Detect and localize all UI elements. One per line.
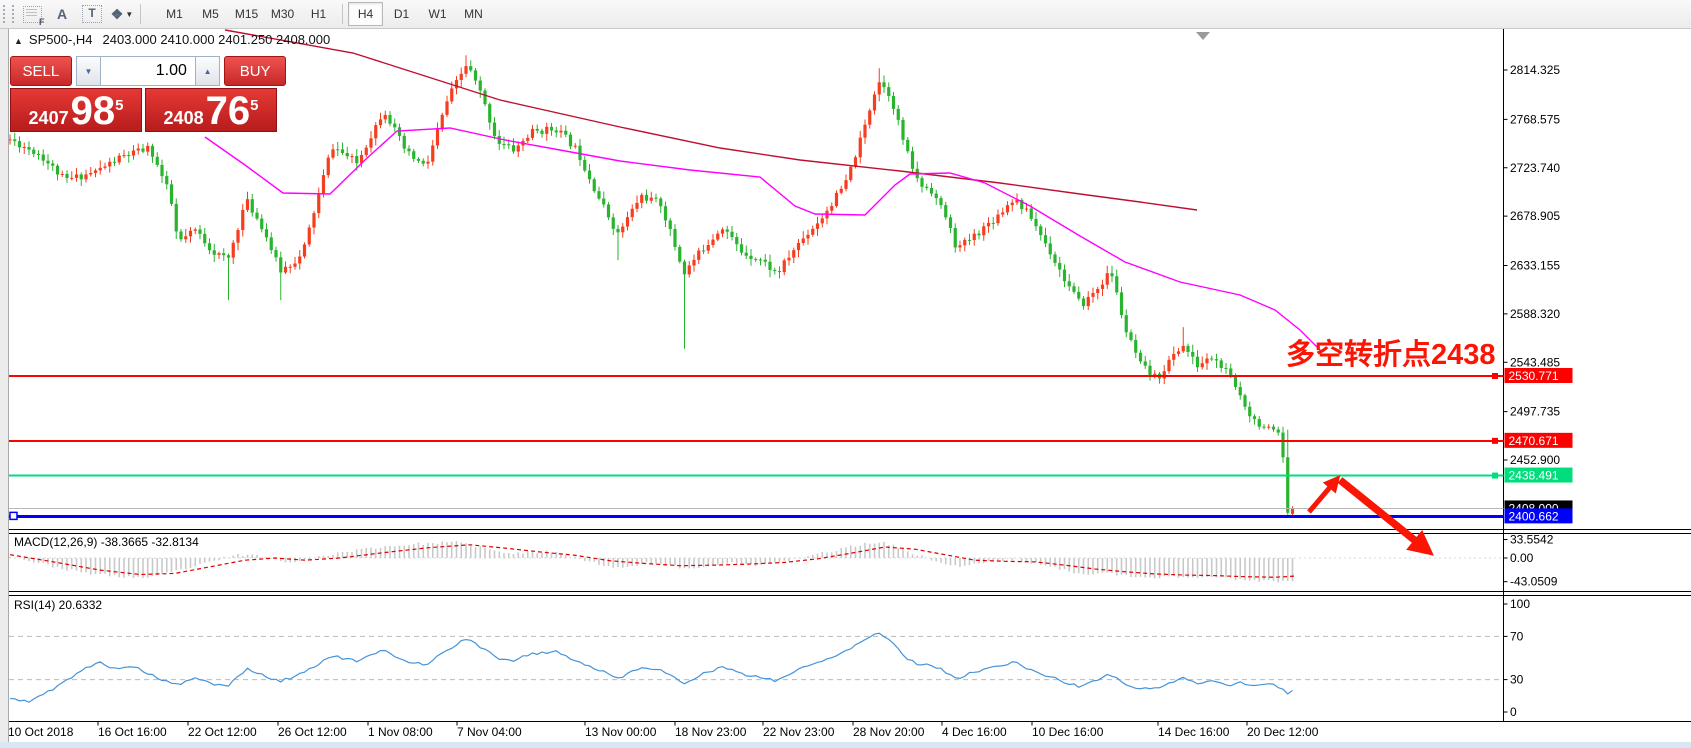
toolbar-grip[interactable]	[3, 5, 14, 23]
date-label: 1 Nov 08:00	[368, 725, 433, 739]
price-tick-label: 2452.900	[1510, 453, 1560, 467]
price-tick-label: 2497.735	[1510, 405, 1560, 419]
text-box-glyph: T	[82, 5, 102, 23]
one-click-collapse-icon[interactable]: ▲	[14, 36, 23, 46]
tf-button-W1[interactable]: W1	[420, 2, 455, 26]
volume-input[interactable]: 1.00	[101, 56, 195, 86]
crosshair-icon[interactable]: ❖ ▼	[110, 3, 134, 25]
mt4-window: F A T ❖ ▼ M1M5M15M30H1 H4D1W1MN ▲ SP500-,H…	[0, 0, 1691, 748]
price-tick-label: 2814.325	[1510, 63, 1560, 77]
text-box-icon[interactable]: T	[80, 3, 104, 25]
rsi-level-label: 30	[1510, 673, 1524, 687]
date-label: 16 Oct 16:00	[98, 725, 167, 739]
ask-price-box[interactable]: 2408 76 5	[145, 88, 277, 132]
tf-button-H1[interactable]: H1	[301, 2, 336, 26]
date-label: 22 Nov 23:00	[763, 725, 835, 739]
macd-label: MACD(12,26,9) -38.3665 -32.8134	[14, 535, 199, 549]
dropdown-caret-icon[interactable]: ▼	[125, 10, 133, 19]
date-label: 22 Oct 12:00	[188, 725, 257, 739]
bid-sup-digit: 5	[115, 97, 123, 114]
date-label: 28 Nov 20:00	[853, 725, 925, 739]
bottom-window-strip	[0, 742, 1691, 748]
bid-price-box[interactable]: 2407 98 5	[10, 88, 142, 132]
text-a-icon[interactable]: A	[50, 3, 74, 25]
ask-sup-digit: 5	[250, 97, 258, 114]
date-label: 10 Oct 2018	[8, 725, 74, 739]
bid-big-digits: 98	[71, 91, 116, 131]
tf-button-D1[interactable]: D1	[384, 2, 419, 26]
date-label: 26 Oct 12:00	[278, 725, 347, 739]
buy-button[interactable]: BUY	[224, 56, 286, 86]
timeframe-group: M1M5M15M30H1 H4D1W1MN	[157, 2, 492, 26]
date-label: 4 Dec 16:00	[942, 725, 1007, 739]
price-tick-label: 2768.575	[1510, 112, 1560, 126]
sell-button[interactable]: SELL	[10, 56, 72, 86]
toolbar: F A T ❖ ▼ M1M5M15M30H1 H4D1W1MN	[0, 0, 1691, 29]
price-tick-label: 2723.740	[1510, 161, 1560, 175]
volume-decrease-button[interactable]: ▼	[76, 56, 101, 86]
price-axis[interactable]: 2814.325 2768.575 2723.740 2678.905 2633.155…	[1504, 63, 1561, 467]
date-label: 18 Nov 23:00	[675, 725, 747, 739]
macd-axis-label: 33.5542	[1510, 533, 1554, 547]
rsi-label: RSI(14) 20.6332	[14, 598, 102, 612]
chart-grid-f-icon[interactable]: F	[20, 3, 44, 25]
chart-header: ▲ SP500-,H4 2403.000 2410.000 2401.250 240…	[14, 32, 330, 47]
volume-increase-button[interactable]: ▲	[195, 56, 220, 86]
crosshair-glyph: ❖	[111, 6, 124, 23]
chart-borders	[0, 28, 1691, 742]
date-label: 13 Nov 00:00	[585, 725, 657, 739]
tf-button-M30[interactable]: M30	[265, 2, 300, 26]
price-tick-label: 2633.155	[1510, 259, 1560, 273]
ask-prefix: 2408	[164, 108, 204, 129]
price-tick-label: 2678.905	[1510, 209, 1560, 223]
date-label: 7 Nov 04:00	[457, 725, 522, 739]
annotation-text[interactable]: 多空转折点2438	[1286, 337, 1496, 371]
bid-prefix: 2407	[29, 108, 69, 129]
macd-axis-label: 0.00	[1510, 551, 1534, 565]
hline-price-label: 2400.662	[1509, 509, 1559, 523]
date-label: 14 Dec 16:00	[1158, 725, 1230, 739]
date-label: 20 Dec 12:00	[1247, 725, 1319, 739]
timeframe-separator	[342, 4, 343, 24]
tf-button-M5[interactable]: M5	[193, 2, 228, 26]
hline-price-label: 2470.671	[1509, 434, 1559, 448]
date-label: 10 Dec 16:00	[1032, 725, 1104, 739]
tf-button-M15[interactable]: M15	[229, 2, 264, 26]
rsi-level-label: 70	[1510, 629, 1524, 643]
rsi-level-label: 0	[1510, 705, 1517, 719]
price-tick-label: 2543.485	[1510, 355, 1560, 369]
hline-price-label: 2438.491	[1509, 469, 1559, 483]
toolbar-separator	[140, 4, 141, 24]
symbol-label: SP500-,H4	[29, 32, 93, 47]
tf-button-H4[interactable]: H4	[348, 2, 383, 26]
rsi-level-label: 100	[1510, 597, 1530, 611]
hline-price-label: 2530.771	[1509, 369, 1559, 383]
grid-f-glyph: F	[39, 17, 45, 27]
one-click-trading-panel: SELL ▼ 1.00 ▲ BUY 2407 98 5 2408 76 5	[10, 56, 286, 132]
ohlc-readout: 2403.000 2410.000 2401.250 2408.000	[103, 32, 331, 47]
left-window-strip	[0, 28, 9, 742]
tf-button-MN[interactable]: MN	[456, 2, 491, 26]
tf-button-M1[interactable]: M1	[157, 2, 192, 26]
ask-big-digits: 76	[206, 91, 251, 131]
macd-axis-label: -43.0509	[1510, 575, 1558, 589]
price-tick-label: 2588.320	[1510, 307, 1560, 321]
